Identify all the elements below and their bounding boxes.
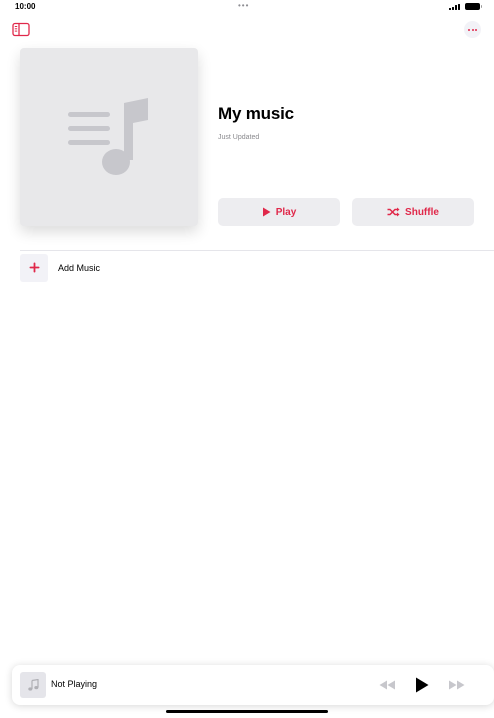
- add-music-label: Add Music: [58, 262, 101, 273]
- plus-icon: [29, 262, 39, 273]
- play-pause-button[interactable]: [411, 675, 433, 695]
- shuffle-button[interactable]: Shuffle: [352, 198, 474, 226]
- playlist-title: My music: [218, 104, 294, 123]
- add-music-row[interactable]: Add Music: [20, 253, 494, 282]
- add-music-tile: [20, 253, 48, 282]
- mini-player[interactable]: Not Playing: [12, 665, 494, 705]
- multitasking-dots[interactable]: •••: [238, 1, 249, 10]
- rewind-icon: [379, 680, 395, 690]
- status-time: 10:00: [15, 2, 36, 11]
- signal-icon: [449, 3, 460, 10]
- music-note-icon: [28, 679, 39, 691]
- play-icon: [262, 207, 271, 217]
- play-icon: [416, 677, 429, 693]
- fast-forward-button[interactable]: [445, 675, 467, 695]
- play-button-label: Play: [275, 206, 297, 218]
- home-indicator[interactable]: [166, 710, 328, 713]
- rewind-button[interactable]: [376, 675, 398, 695]
- playlist-subtitle: Just Updated: [218, 134, 260, 141]
- status-bar: 10:00 •••: [0, 0, 494, 16]
- mini-player-artwork: [20, 672, 46, 698]
- more-options-button[interactable]: [464, 21, 481, 38]
- ellipsis-icon: [467, 28, 478, 31]
- music-note-icon: [68, 98, 148, 175]
- playlist-artwork: [20, 48, 198, 226]
- shuffle-icon: [387, 207, 400, 217]
- now-playing-title: Not Playing: [51, 679, 98, 689]
- sidebar-icon: [12, 22, 30, 37]
- status-indicators: [449, 3, 482, 10]
- section-divider: [20, 250, 494, 251]
- play-button[interactable]: Play: [218, 198, 340, 226]
- fast-forward-icon: [448, 680, 464, 690]
- battery-icon: [465, 3, 482, 10]
- sidebar-toggle-button[interactable]: [12, 22, 30, 37]
- shuffle-button-label: Shuffle: [405, 206, 439, 218]
